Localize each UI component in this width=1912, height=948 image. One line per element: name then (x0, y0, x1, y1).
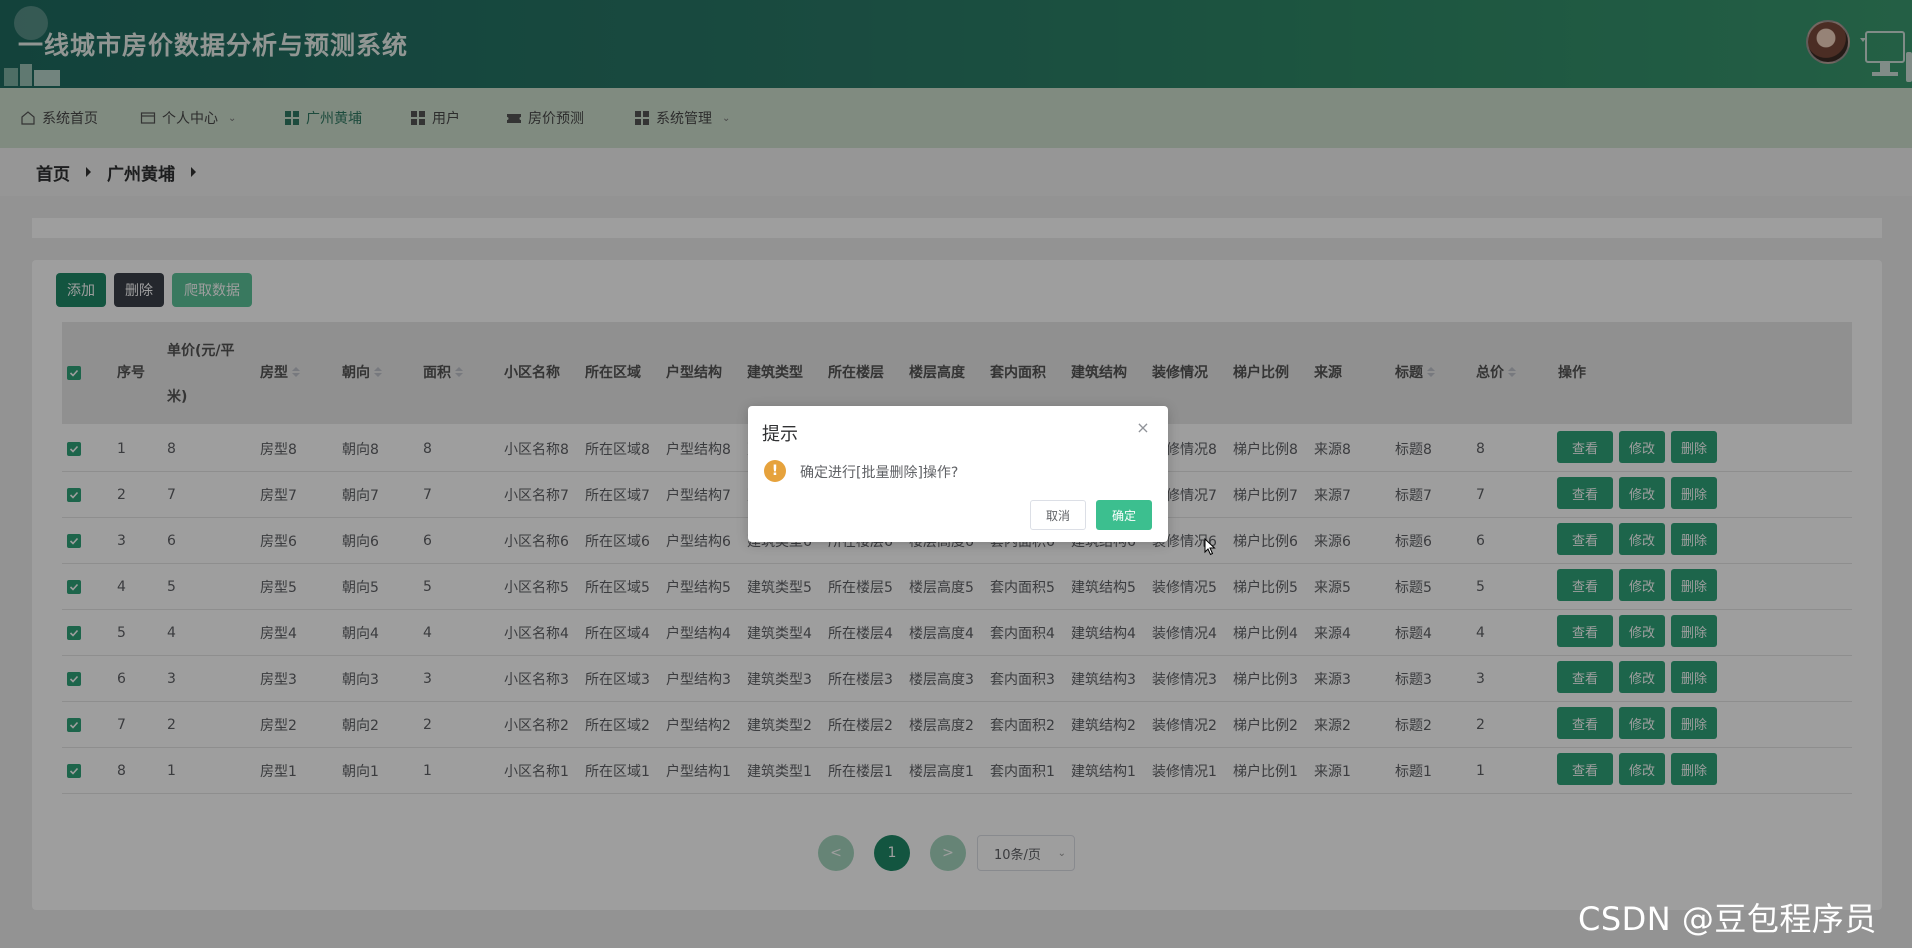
dialog-title: 提示 (762, 424, 798, 445)
mouse-cursor-icon (1204, 538, 1216, 556)
watermark-text: CSDN @豆包程序员 (1578, 900, 1877, 938)
cancel-button[interactable]: 取消 (1030, 500, 1086, 530)
confirm-dialog: 提示 × ! 确定进行[批量删除]操作? 取消 确定 (748, 406, 1168, 542)
close-icon[interactable]: × (1135, 420, 1151, 436)
dialog-message: 确定进行[批量删除]操作? (800, 465, 959, 481)
warning-icon: ! (764, 460, 786, 482)
confirm-button[interactable]: 确定 (1096, 500, 1152, 530)
